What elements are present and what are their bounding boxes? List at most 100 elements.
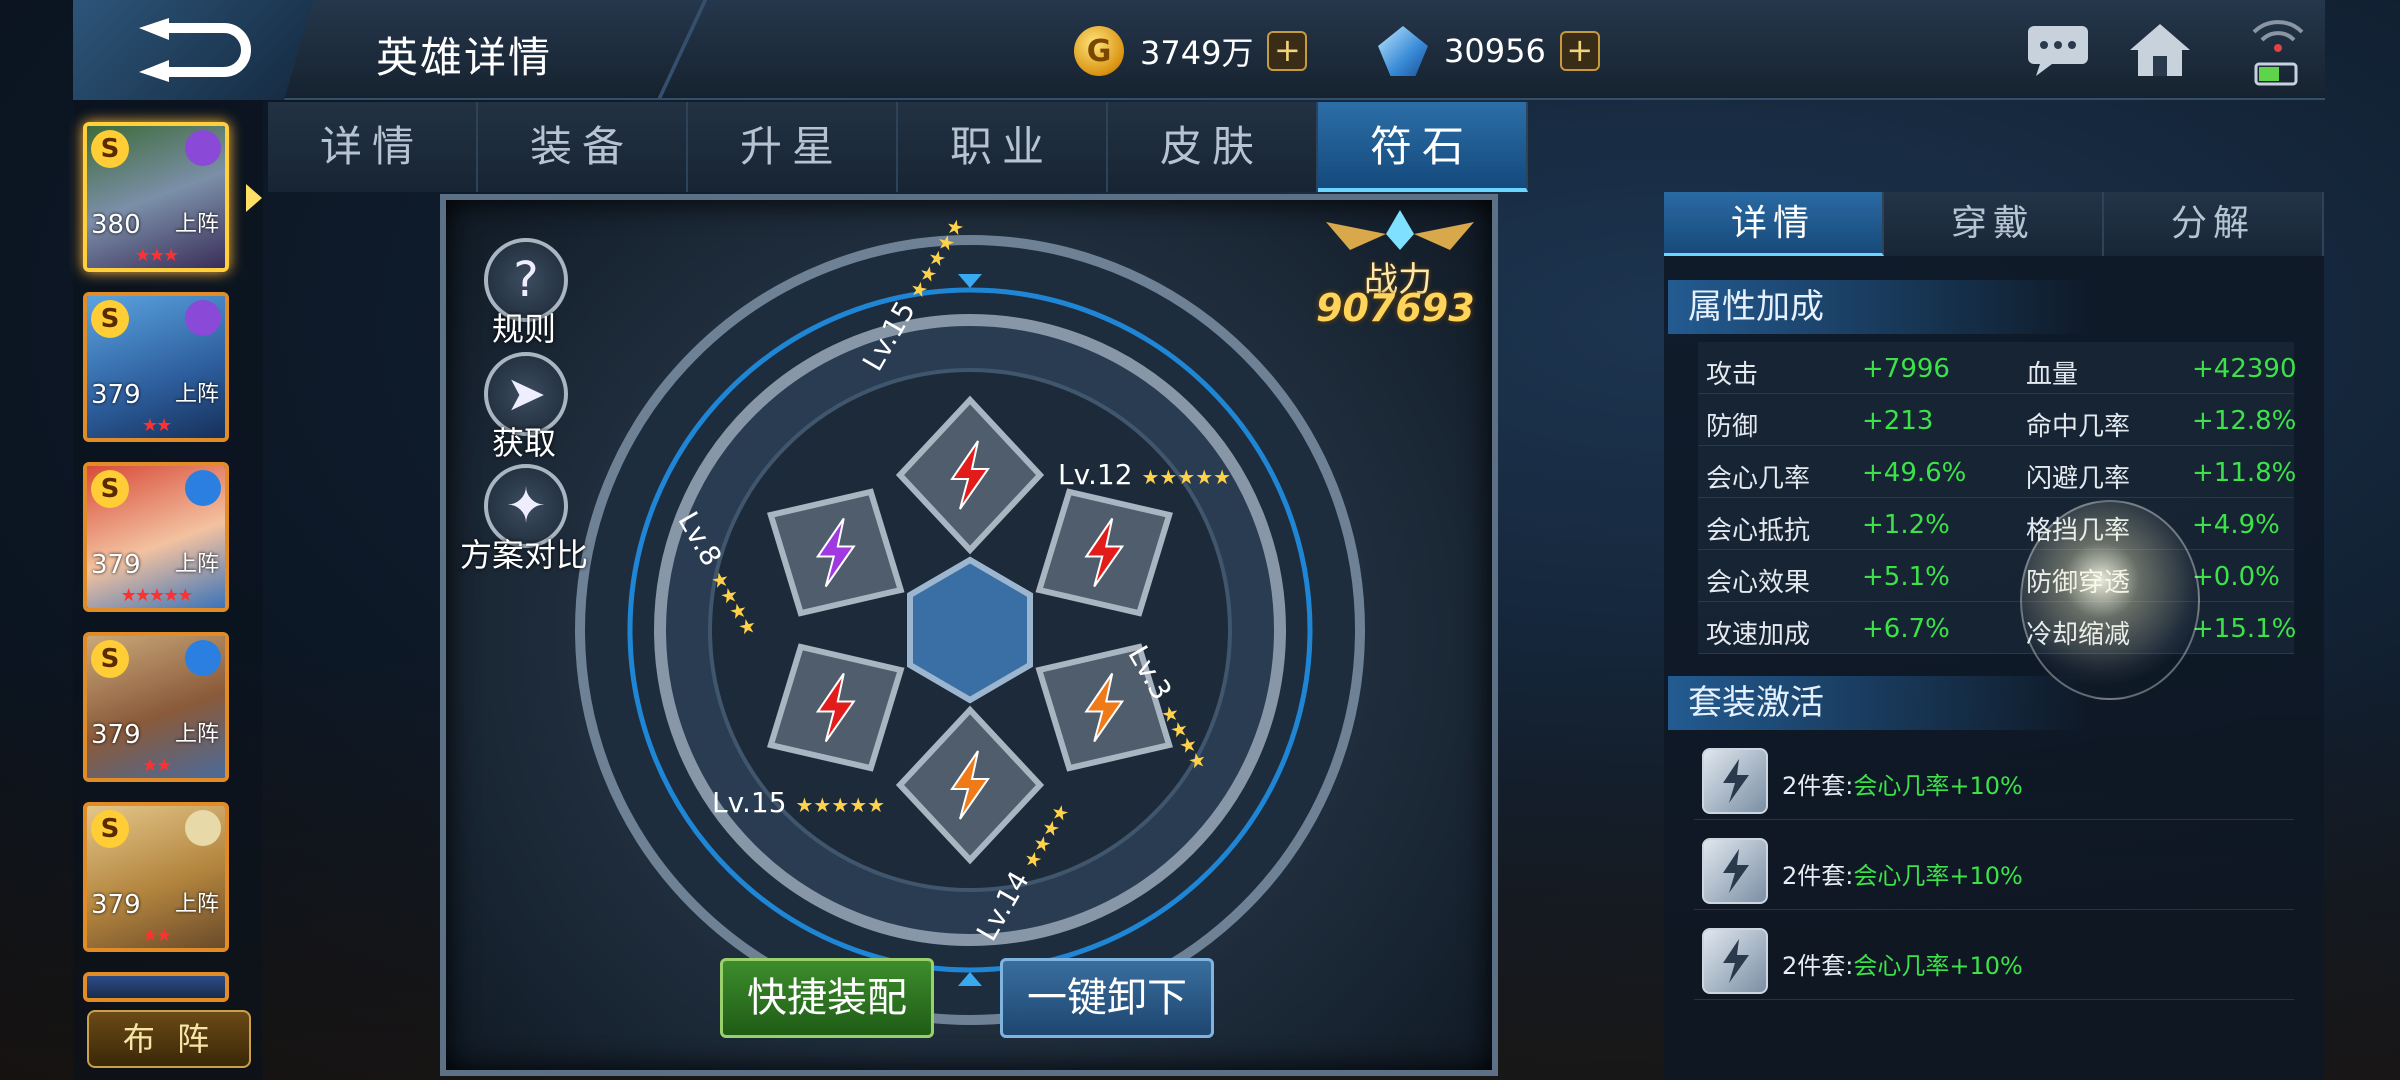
hero-level: 379	[91, 380, 141, 410]
attribute-name: 闪避几率	[2026, 464, 2131, 494]
tab-runes[interactable]: 符石	[1318, 102, 1528, 192]
grade-badge: S	[91, 130, 129, 168]
attribute-name: 会心几率	[1706, 464, 1811, 494]
hero-card[interactable]: S 379 上阵 ★★★★★	[83, 462, 229, 612]
grade-badge: S	[91, 470, 129, 508]
info-tabs: 详情 穿戴 分解	[1664, 192, 2324, 256]
tab-skins[interactable]: 皮肤	[1108, 102, 1318, 192]
attribute-value: +11.8%	[2192, 458, 2297, 488]
element-icon	[185, 810, 221, 846]
star-rating: ★★	[141, 925, 172, 946]
tab-decompose[interactable]: 分解	[2104, 192, 2324, 256]
attribute-value: +0.0%	[2192, 562, 2280, 592]
grade-badge: S	[91, 300, 129, 338]
attribute-value: +15.1%	[2192, 614, 2297, 644]
quick-equip-button[interactable]: 快捷装配	[720, 958, 934, 1038]
add-gold-button[interactable]: +	[1267, 31, 1308, 71]
set-bonus-row: 2件套:会心几率+10%	[1694, 740, 2294, 820]
attribute-row: 攻速加成 +6.7% 冷却缩减 +15.1%	[1698, 602, 2297, 654]
hero-level: 380	[91, 210, 141, 240]
star-rating: ★★★	[134, 245, 179, 266]
rune-info-panel: 详情 穿戴 分解 属性加成 攻击 +7996 血量 +42390 防御 +213 …	[1664, 192, 2324, 1080]
hero-portrait	[87, 976, 225, 998]
tab-star-up[interactable]: 升星	[688, 102, 898, 192]
element-icon	[185, 470, 221, 506]
attribute-name: 会心效果	[1706, 568, 1811, 598]
tab-class[interactable]: 职业	[898, 102, 1108, 192]
deploy-status: 上阵	[174, 892, 219, 917]
tab-wear[interactable]: 穿戴	[1884, 192, 2104, 256]
back-button[interactable]	[73, 0, 313, 100]
sets-section-title: 套装激活	[1668, 676, 2088, 730]
lightning-rune-icon	[1702, 928, 1768, 994]
wifi-battery-icon	[2252, 20, 2304, 86]
hero-tabs: 详情 装备 升星 职业 皮肤 符石	[268, 102, 1528, 192]
hero-list: S 380 上阵 ★★★ S 379 上阵 ★★ S 379 上阵 ★★★★★ …	[73, 100, 263, 1080]
attribute-name: 血量	[2026, 360, 2079, 390]
star-rating: ★★	[141, 415, 172, 436]
attribute-value: +4.9%	[2192, 510, 2280, 540]
attribute-value: +12.8%	[2192, 406, 2297, 436]
element-icon	[185, 130, 221, 166]
compare-label: 方案对比	[460, 536, 589, 574]
back-arrow-icon	[139, 18, 251, 82]
lightning-rune-icon	[1702, 748, 1768, 814]
home-icon[interactable]	[2128, 22, 2192, 78]
set-bonus-text: 2件套:会心几率+10%	[1782, 862, 2023, 890]
attribute-row: 会心效果 +5.1% 防御穿透 +0.0%	[1698, 550, 2294, 602]
obtain-label: 获取	[492, 424, 557, 462]
tab-details[interactable]: 详情	[268, 102, 478, 192]
deploy-status: 上阵	[174, 382, 219, 407]
gem-amount: 30956	[1444, 32, 1546, 70]
rune-wheel	[575, 235, 1365, 1025]
unload-all-button[interactable]: 一键卸下	[1000, 958, 1214, 1038]
set-bonus-text: 2件套:会心几率+10%	[1782, 772, 2023, 800]
power-value: 907693	[1316, 286, 1475, 330]
tab-equipment[interactable]: 装备	[478, 102, 688, 192]
set-bonus-text: 2件套:会心几率+10%	[1782, 952, 2023, 980]
set-bonus-row: 2件套:会心几率+10%	[1694, 830, 2294, 910]
attribute-value: +5.1%	[1862, 562, 1950, 592]
formation-button[interactable]: 布 阵	[87, 1010, 251, 1068]
gold-amount: 3749万	[1140, 34, 1254, 72]
attributes-table: 攻击 +7996 血量 +42390 防御 +213 命中几率 +12.8% 会心几…	[1698, 342, 2297, 654]
attribute-value: +7996	[1862, 354, 1950, 384]
deploy-status: 上阵	[174, 722, 219, 747]
hero-card[interactable]: S 379 上阵 ★★	[83, 632, 229, 782]
hero-card[interactable]: S 380 上阵 ★★★	[83, 122, 229, 272]
attribute-name: 攻速加成	[1706, 620, 1811, 650]
attribute-name: 会心抵抗	[1706, 516, 1811, 546]
star-rating: ★★★★★	[120, 585, 194, 606]
gold-currency: G 3749万 +	[1074, 26, 1308, 76]
grade-badge: S	[91, 640, 129, 678]
hero-card[interactable]: S 379 上阵 ★★	[83, 802, 229, 952]
attribute-value: +1.2%	[1862, 510, 1950, 540]
rules-label: 规则	[492, 310, 557, 348]
chat-icon[interactable]	[2026, 22, 2090, 78]
attribute-row: 会心几率 +49.6% 闪避几率 +11.8%	[1698, 446, 2297, 498]
attribute-row: 会心抵抗 +1.2% 格挡几率 +4.9%	[1698, 498, 2294, 550]
set-bonus-row: 2件套:会心几率+10%	[1694, 920, 2294, 1000]
add-gems-button[interactable]: +	[1559, 31, 1600, 71]
attribute-value: +6.7%	[1862, 614, 1950, 644]
rune-level-label: Lv.12 ★★★★★	[1058, 458, 1232, 491]
hero-card[interactable]: S 379 上阵 ★★	[83, 292, 229, 442]
gold-coin-icon: G	[1074, 26, 1124, 76]
attribute-value: +42390	[2192, 354, 2297, 384]
attribute-value: +49.6%	[1862, 458, 1967, 488]
light-orb	[2020, 500, 2200, 700]
rune-level-label: Lv.15 ★★★★★	[712, 786, 886, 819]
selected-indicator	[246, 184, 262, 212]
page-title: 英雄详情	[376, 33, 553, 82]
attributes-section-title: 属性加成	[1668, 280, 2088, 334]
hero-level: 379	[91, 890, 141, 920]
tab-info-details[interactable]: 详情	[1664, 192, 1884, 256]
attribute-name: 攻击	[1706, 360, 1759, 390]
attribute-name: 防御	[1706, 412, 1759, 442]
grade-badge: S	[91, 810, 129, 848]
element-icon	[185, 300, 221, 336]
hero-card[interactable]	[83, 972, 229, 1002]
deploy-status: 上阵	[174, 552, 219, 577]
lightning-rune-icon	[1702, 838, 1768, 904]
attribute-row: 防御 +213 命中几率 +12.8%	[1698, 394, 2297, 446]
